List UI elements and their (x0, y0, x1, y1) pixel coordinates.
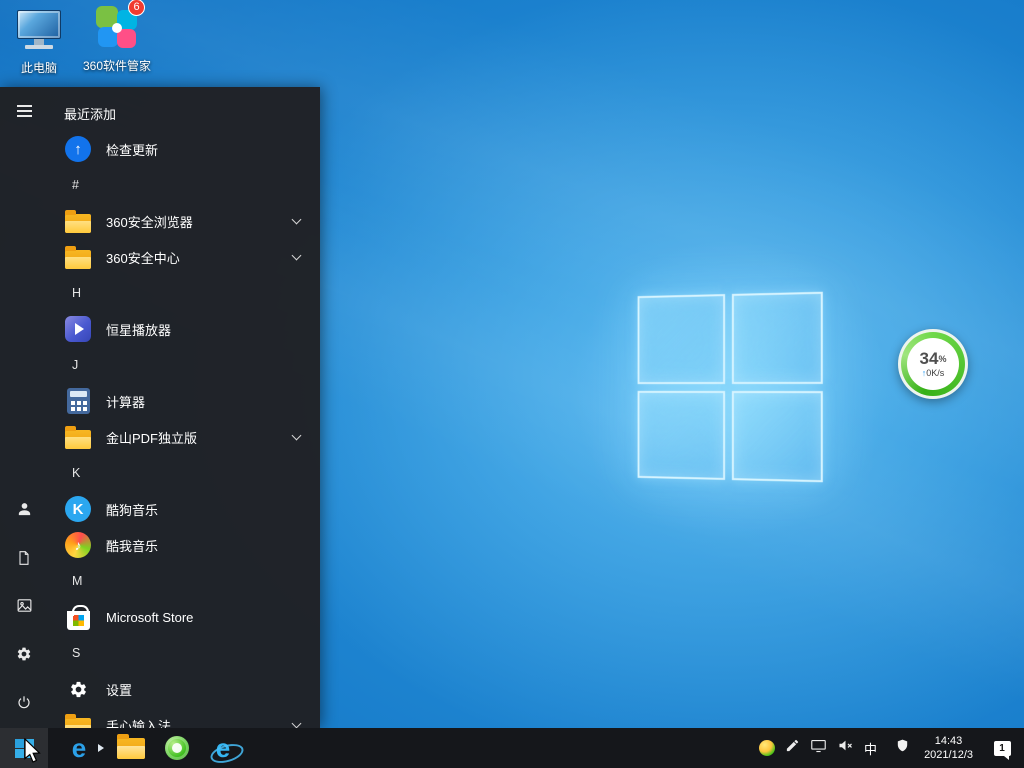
mouse-cursor (22, 738, 44, 768)
update-icon (64, 135, 92, 163)
chevron-down-icon (292, 215, 302, 225)
tray-360-ball-button[interactable] (754, 728, 780, 768)
pictures-icon (16, 597, 33, 619)
document-icon (16, 550, 32, 571)
desktop-icon-label: 360软件管家 (83, 57, 151, 74)
power-button[interactable] (0, 680, 48, 728)
network-icon (810, 737, 827, 759)
windows-logo (638, 292, 823, 483)
folder-icon (64, 243, 92, 271)
start-section-j[interactable]: J (48, 347, 320, 383)
action-center-icon: 1 (994, 741, 1011, 756)
ime-indicator: 中 (864, 739, 877, 758)
tray-input-method-button[interactable]: 中 (859, 728, 882, 768)
folder-icon (64, 423, 92, 451)
taskbar-file-explorer-button[interactable] (108, 728, 154, 768)
gear-icon (16, 646, 32, 667)
windows-logo-pane (731, 391, 822, 483)
tray-volume-button[interactable] (832, 728, 859, 768)
start-item-kingsoft-pdf[interactable]: 金山PDF独立版 (48, 419, 320, 455)
start-item-settings[interactable]: 设置 (48, 671, 320, 707)
windows-logo-pane (638, 390, 725, 479)
system-tray: 中 14:43 2021/12/3 1 (754, 728, 1024, 768)
start-item-shouxin-ime[interactable]: 手心输入法 (48, 707, 320, 728)
volume-muted-icon (837, 737, 854, 759)
percent-sign: % (938, 354, 946, 364)
desktop-icon-this-pc[interactable]: 此电脑 (0, 10, 78, 76)
start-section-m[interactable]: M (48, 563, 320, 599)
shield-icon (895, 738, 910, 758)
360-speed-ball-widget[interactable]: 34% 0K/s (898, 329, 968, 399)
start-menu: 最近添加 检查更新 # 360安全浏览器 360安全中心 H 恒星播放器 J (0, 87, 320, 728)
start-item-star-player[interactable]: 恒星播放器 (48, 311, 320, 347)
player-icon (64, 315, 92, 343)
start-item-kugou-music[interactable]: 酷狗音乐 (48, 491, 320, 527)
360-software-manager-icon: 6 (93, 6, 141, 52)
windows-logo-pane (731, 292, 822, 384)
settings-gear-icon (64, 675, 92, 703)
start-item-kuwo-music[interactable]: 酷我音乐 (48, 527, 320, 563)
start-item-360-security-center[interactable]: 360安全中心 (48, 239, 320, 275)
edge-icon (72, 735, 86, 761)
hamburger-icon (17, 105, 32, 117)
start-item-calculator[interactable]: 计算器 (48, 383, 320, 419)
360-browser-icon (165, 736, 189, 760)
user-account-button[interactable] (0, 488, 48, 536)
taskbar-360-browser-button[interactable] (154, 728, 200, 768)
windows-logo-pane (638, 294, 725, 383)
action-center-button[interactable]: 1 (982, 728, 1022, 768)
this-pc-icon (16, 10, 62, 54)
update-count-badge: 6 (128, 0, 145, 16)
network-speed: 0K/s (926, 368, 944, 378)
chevron-down-icon (292, 719, 302, 728)
folder-icon (64, 207, 92, 235)
chevron-down-icon (292, 251, 302, 261)
store-icon (64, 603, 92, 631)
clock-time: 14:43 (935, 734, 963, 748)
user-icon (16, 501, 33, 523)
internet-explorer-icon (216, 735, 230, 761)
start-item-360-browser[interactable]: 360安全浏览器 (48, 203, 320, 239)
overflow-arrow-icon (98, 744, 104, 752)
start-section-h[interactable]: H (48, 275, 320, 311)
calculator-icon (64, 387, 92, 415)
start-menu-rail (0, 87, 48, 728)
desktop-icon-label: 此电脑 (21, 59, 57, 76)
clock-date: 2021/12/3 (924, 748, 973, 762)
tray-network-button[interactable] (805, 728, 832, 768)
chevron-down-icon (292, 431, 302, 441)
memory-percent: 34 (920, 349, 939, 368)
desktop-icon-360-software-manager[interactable]: 6 360软件管家 (78, 6, 156, 74)
taskbar: 中 14:43 2021/12/3 1 (0, 728, 1024, 768)
start-section-k[interactable]: K (48, 455, 320, 491)
start-menu-app-list: 最近添加 检查更新 # 360安全浏览器 360安全中心 H 恒星播放器 J (48, 87, 320, 728)
pen-icon (785, 738, 800, 758)
tray-ink-workspace-button[interactable] (780, 728, 805, 768)
expand-menu-button[interactable] (0, 87, 48, 135)
folder-icon (64, 711, 92, 728)
taskbar-edge-button[interactable] (56, 728, 102, 768)
kuwo-icon (64, 531, 92, 559)
recently-added-header: 最近添加 (48, 95, 320, 131)
documents-button[interactable] (0, 536, 48, 584)
file-explorer-icon (117, 738, 145, 759)
start-item-check-update[interactable]: 检查更新 (48, 131, 320, 167)
power-icon (16, 694, 32, 715)
start-item-microsoft-store[interactable]: Microsoft Store (48, 599, 320, 635)
start-section-s[interactable]: S (48, 635, 320, 671)
settings-button[interactable] (0, 632, 48, 680)
taskbar-internet-explorer-button[interactable] (200, 728, 246, 768)
pictures-button[interactable] (0, 584, 48, 632)
taskbar-clock[interactable]: 14:43 2021/12/3 (915, 734, 982, 762)
360-ball-icon (759, 740, 775, 756)
start-section-hash[interactable]: # (48, 167, 320, 203)
kugou-icon (64, 495, 92, 523)
tray-defender-button[interactable] (890, 728, 915, 768)
